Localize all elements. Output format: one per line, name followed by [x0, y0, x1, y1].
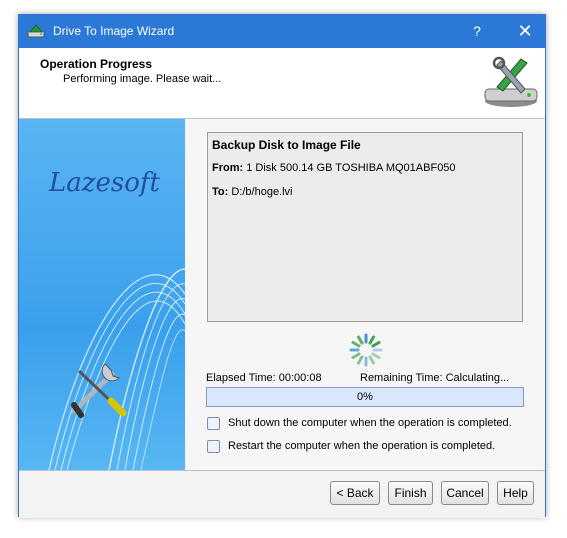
elapsed-label: Elapsed Time: — [206, 372, 276, 384]
remaining-label: Remaining Time: — [360, 372, 443, 384]
restart-checkbox[interactable] — [207, 439, 220, 453]
disk-tools-icon — [484, 56, 538, 107]
content-area: Lazesoft Backup Disk to Image File From:… — [19, 119, 545, 471]
operation-heading: Backup Disk to Image File — [212, 138, 361, 152]
spinner-segment — [357, 335, 364, 345]
shutdown-option[interactable]: Shut down the computer when the operatio… — [207, 415, 512, 431]
brand-logo: Lazesoft — [48, 168, 160, 198]
operation-info-box: Backup Disk to Image File From: 1 Disk 5… — [207, 132, 523, 322]
help-button[interactable]: Help — [497, 481, 534, 505]
title-help-button[interactable]: ? — [457, 18, 497, 45]
spinner-segment — [351, 352, 361, 359]
destination-label: To: — [212, 186, 229, 198]
cancel-button[interactable]: Cancel — [441, 481, 489, 505]
lazesoft-banner: Lazesoft — [19, 119, 185, 470]
spinner-segment — [371, 352, 381, 359]
remaining-time: Remaining Time: Calculating... — [360, 372, 509, 384]
busy-spinner-icon — [349, 333, 383, 367]
finish-button[interactable]: Finish — [388, 481, 433, 505]
source-value: 1 Disk 500.14 GB TOSHIBA MQ01ABF050 — [246, 162, 456, 174]
shutdown-label[interactable]: Shut down the computer when the operatio… — [228, 417, 512, 429]
spinner-segment — [368, 335, 375, 345]
sidebar-banner: Lazesoft — [19, 119, 185, 470]
spinner-segment — [351, 341, 361, 348]
wizard-window: Drive To Image Wizard ? ✕ Operation Prog… — [18, 14, 546, 518]
destination-line: To: D:/b/hoge.lvi — [212, 186, 293, 198]
wizard-header: Operation Progress Performing image. Ple… — [19, 48, 545, 119]
drive-wizard-icon — [27, 24, 45, 38]
title-bar[interactable]: Drive To Image Wizard ? ✕ — [19, 15, 545, 48]
page-title: Operation Progress — [40, 57, 153, 71]
spinner-segment — [371, 341, 381, 348]
window-title: Drive To Image Wizard — [53, 24, 175, 38]
restart-label[interactable]: Restart the computer when the operation … — [228, 440, 495, 452]
shutdown-checkbox[interactable] — [207, 416, 220, 430]
progress-percent: 0% — [357, 391, 373, 403]
button-bar: < Back Finish Cancel Help — [19, 471, 545, 518]
spinner-segment — [357, 355, 364, 365]
back-button[interactable]: < Back — [330, 481, 380, 505]
source-label: From: — [212, 162, 244, 174]
destination-value: D:/b/hoge.lvi — [231, 186, 293, 198]
remaining-value: Calculating... — [445, 372, 510, 384]
source-line: From: 1 Disk 500.14 GB TOSHIBA MQ01ABF05… — [212, 162, 456, 174]
elapsed-time: Elapsed Time: 00:00:08 — [206, 372, 322, 384]
elapsed-value: 00:00:08 — [278, 372, 322, 384]
page-subtitle: Performing image. Please wait... — [63, 73, 222, 85]
close-button[interactable]: ✕ — [505, 18, 545, 45]
restart-option[interactable]: Restart the computer when the operation … — [207, 438, 495, 454]
progress-bar: 0% — [206, 387, 524, 407]
spinner-segment — [368, 355, 375, 365]
